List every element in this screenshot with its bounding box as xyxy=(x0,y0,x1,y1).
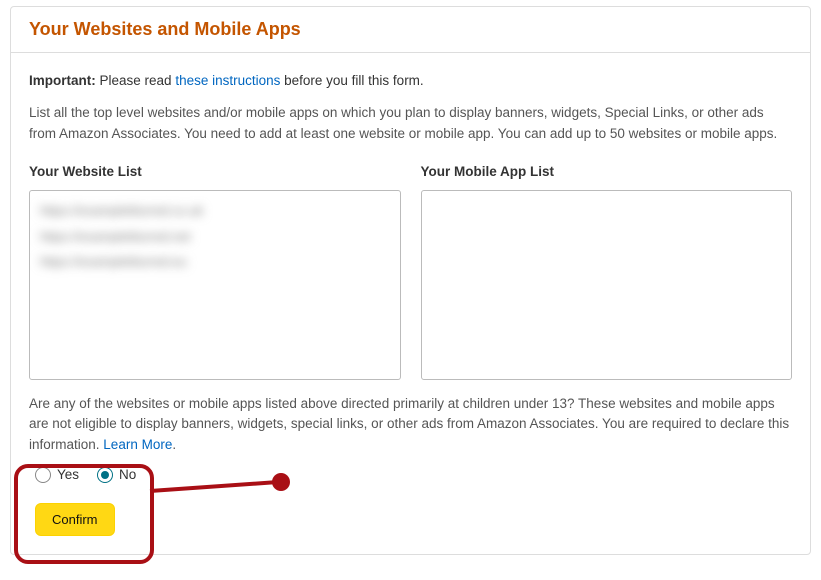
important-post: before you fill this form. xyxy=(280,73,423,88)
instructions-link[interactable]: these instructions xyxy=(175,73,280,88)
radio-group: Yes No xyxy=(35,465,792,485)
radio-icon xyxy=(35,467,51,483)
panel-header: Your Websites and Mobile Apps xyxy=(11,7,810,53)
radio-yes[interactable]: Yes xyxy=(35,465,79,485)
mobile-list-label: Your Mobile App List xyxy=(421,162,793,182)
panel-title: Your Websites and Mobile Apps xyxy=(29,19,792,40)
confirm-button[interactable]: Confirm xyxy=(35,503,115,536)
radio-no-label: No xyxy=(119,465,136,485)
mobile-listbox[interactable] xyxy=(421,190,793,380)
important-label: Important: xyxy=(29,73,96,88)
website-list-col: Your Website List https://exampleblurred… xyxy=(29,162,401,380)
question-period: . xyxy=(172,437,176,452)
important-line: Important: Please read these instruction… xyxy=(29,71,792,91)
radio-yes-label: Yes xyxy=(57,465,79,485)
panel-body: Important: Please read these instruction… xyxy=(11,53,810,554)
radio-icon xyxy=(97,467,113,483)
children-question: Are any of the websites or mobile apps l… xyxy=(29,394,792,455)
lists-row: Your Website List https://exampleblurred… xyxy=(29,162,792,380)
list-item: https://exampleblurred.net xyxy=(40,227,390,247)
website-listbox[interactable]: https://exampleblurred.co.uk https://exa… xyxy=(29,190,401,380)
learn-more-link[interactable]: Learn More xyxy=(103,437,172,452)
website-list-label: Your Website List xyxy=(29,162,401,182)
description-text: List all the top level websites and/or m… xyxy=(29,103,792,144)
websites-apps-panel: Your Websites and Mobile Apps Important:… xyxy=(10,6,811,555)
mobile-list-col: Your Mobile App List xyxy=(421,162,793,380)
radio-no[interactable]: No xyxy=(97,465,136,485)
list-item: https://exampleblurred.eu xyxy=(40,252,390,272)
list-item: https://exampleblurred.co.uk xyxy=(40,201,390,221)
important-pre: Please read xyxy=(96,73,176,88)
